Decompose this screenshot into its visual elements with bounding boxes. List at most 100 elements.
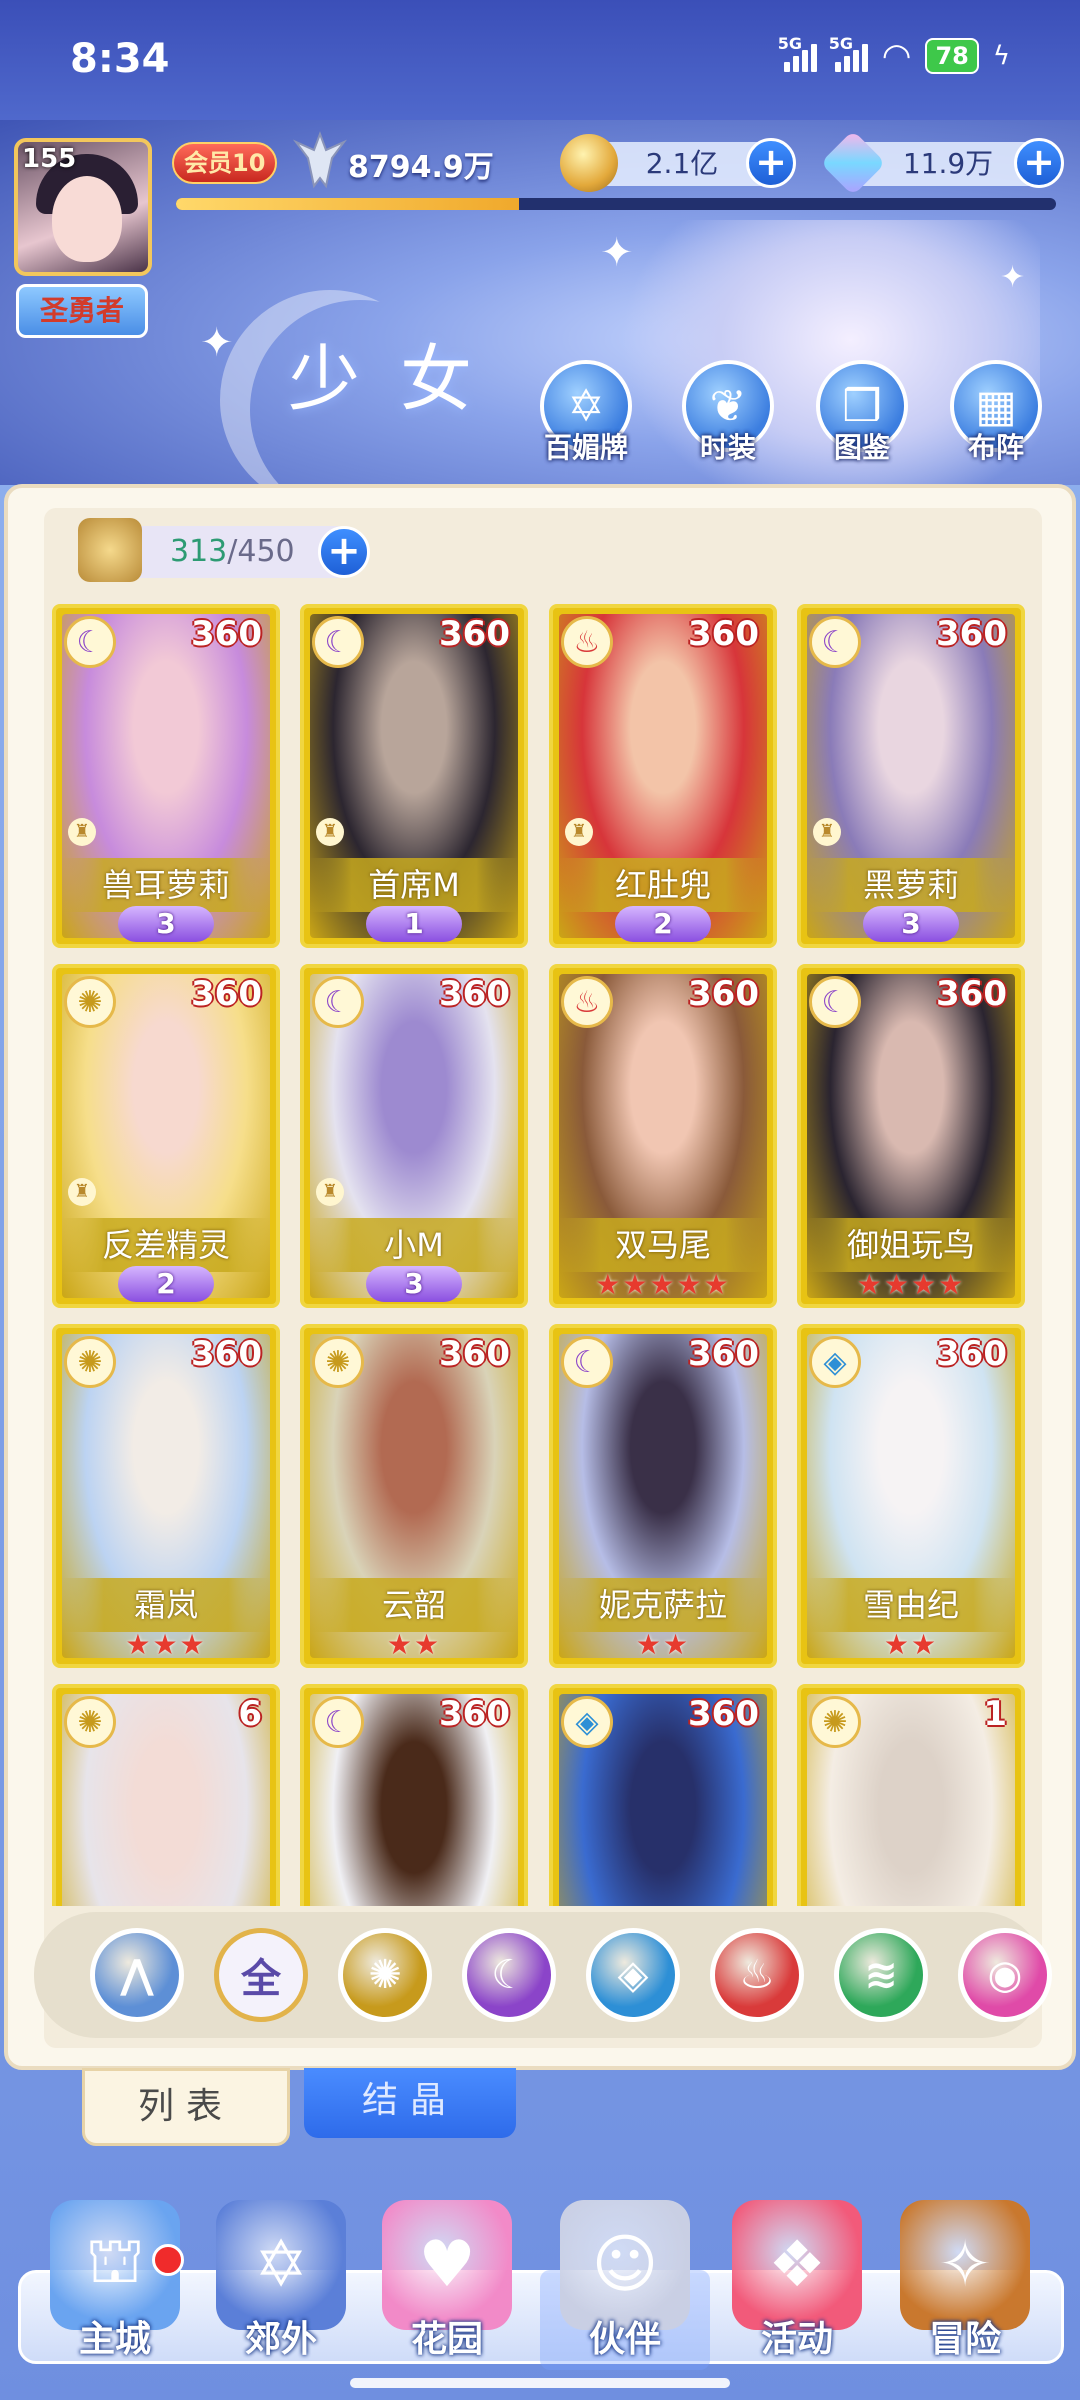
character-card[interactable]: ☾ 360 ♜ 首席M 1 — [300, 604, 528, 948]
fire-element-icon: ♨ — [561, 616, 613, 668]
home-indicator[interactable] — [350, 2378, 730, 2388]
awaken-badge: 2 — [615, 906, 711, 942]
tab-list[interactable]: 列表 — [82, 2068, 290, 2146]
character-level: 360 — [439, 1694, 510, 1734]
sparkle-icon: ✦ — [1000, 260, 1026, 295]
rook-icon: ♜ — [68, 818, 96, 846]
character-card[interactable]: ✺ 1 — [797, 1684, 1025, 1906]
sun-element-icon: ✺ — [64, 976, 116, 1028]
filter-wind-icon[interactable]: ≋ — [834, 1928, 928, 2022]
nav-portal[interactable]: ✡ 郊外 — [196, 2200, 366, 2370]
top-nav-baimeipai[interactable]: ✡ 百媚牌 — [536, 360, 636, 480]
sun-element-icon: ✺ — [64, 1696, 116, 1748]
filter-sun-icon[interactable]: ✺ — [338, 1928, 432, 2022]
top-nav-codex[interactable]: ❒ 图鉴 — [812, 360, 912, 480]
character-card[interactable]: ✺ 360 ♜ 反差精灵 2 — [52, 964, 280, 1308]
character-name: 御姐玩鸟 — [807, 1218, 1015, 1272]
filter-fire-icon[interactable]: ♨ — [710, 1928, 804, 2022]
nav-compass[interactable]: ✧ 冒险 — [880, 2200, 1050, 2370]
character-card[interactable]: ☾ 360 ♜ 兽耳萝莉 3 — [52, 604, 280, 948]
awaken-badge: 2 — [118, 1266, 214, 1302]
filter-star-icon[interactable]: ◉ — [958, 1928, 1052, 2022]
gold-currency: 2.1亿 + — [560, 134, 796, 192]
player-level: 155 — [22, 144, 77, 174]
nav-partner[interactable]: ☺ 伙伴 — [540, 2200, 710, 2370]
character-card[interactable]: ☾ 360 御姐玩鸟 ★★★★ — [797, 964, 1025, 1308]
character-level: 360 — [439, 1334, 510, 1374]
filter-moon-icon[interactable]: ☾ — [462, 1928, 556, 2022]
character-level: 360 — [191, 974, 262, 1014]
character-name: 兽耳萝莉 — [62, 858, 270, 912]
character-level: 360 — [439, 614, 510, 654]
character-level: 360 — [688, 1334, 759, 1374]
character-card[interactable]: ♨ 360 双马尾 ★★★★★ — [549, 964, 777, 1308]
character-card[interactable]: ☾ 360 妮克萨拉 ★★ — [549, 1324, 777, 1668]
character-level: 360 — [936, 614, 1007, 654]
character-name: 云韶 — [310, 1578, 518, 1632]
sparkle-icon: ✦ — [200, 320, 234, 366]
tab-crystal[interactable]: 结晶 — [304, 2068, 516, 2138]
character-level: 360 — [688, 974, 759, 1014]
character-card[interactable]: ✺ 360 霜岚 ★★★ — [52, 1324, 280, 1668]
bag-icon — [78, 518, 142, 582]
awaken-badge: 3 — [366, 1266, 462, 1302]
star-rating: ★★★★ — [856, 1268, 966, 1301]
character-name: 妮克萨拉 — [559, 1578, 767, 1632]
battery-indicator: 78 — [925, 38, 979, 74]
player-title-badge[interactable]: 圣勇者 — [16, 284, 148, 338]
top-nav-outfit[interactable]: ❦ 时装 — [678, 360, 778, 480]
awaken-badge: 3 — [118, 906, 214, 942]
add-gold-button[interactable]: + — [746, 138, 796, 188]
star-rating: ★★ — [386, 1628, 442, 1661]
character-name: 红肚兜 — [559, 858, 767, 912]
moon-element-icon: ☾ — [64, 616, 116, 668]
sun-element-icon: ✺ — [312, 1336, 364, 1388]
rook-icon: ♜ — [316, 818, 344, 846]
page-title: 少女 — [288, 337, 513, 421]
filter-water-icon[interactable]: ◈ — [586, 1928, 680, 2022]
signal-icon: 5G — [829, 34, 868, 72]
character-level: 6 — [238, 1694, 262, 1734]
character-card[interactable]: ☾ 360 — [300, 1684, 528, 1906]
character-card[interactable]: ☾ 360 ♜ 小M 3 — [300, 964, 528, 1308]
character-card[interactable]: ♨ 360 ♜ 红肚兜 2 — [549, 604, 777, 948]
gold-coin-icon — [560, 134, 618, 192]
character-name: 黑萝莉 — [807, 858, 1015, 912]
power-icon — [292, 131, 348, 189]
nav-castle[interactable]: ⛫ 主城 — [30, 2200, 200, 2370]
player-avatar[interactable]: 155 — [14, 138, 152, 276]
character-grid[interactable]: ☾ 360 ♜ 兽耳萝莉 3 ☾ 360 ♜ 首席M 1 ♨ 360 ♜ 红肚兜 2 ☾ 360 ♜ 黑萝莉 3 ✺ 36… — [52, 604, 1032, 1906]
character-name: 雪由纪 — [807, 1578, 1015, 1632]
filter-reset-icon[interactable]: ⋀ — [90, 1928, 184, 2022]
sparkle-icon: ✦ — [600, 230, 634, 276]
character-name: 首席M — [310, 858, 518, 912]
character-card[interactable]: ◈ 360 雪由纪 ★★ — [797, 1324, 1025, 1668]
moon-element-icon: ☾ — [312, 616, 364, 668]
gem-currency: 11.9万 + — [820, 130, 1064, 196]
filter-all-button[interactable]: 全 — [214, 1928, 308, 2022]
rook-icon: ♜ — [316, 1178, 344, 1206]
character-card[interactable]: ✺ 6 — [52, 1684, 280, 1906]
character-level: 1 — [983, 1694, 1007, 1734]
nav-heart[interactable]: ♥ 花园 — [362, 2200, 532, 2370]
character-name: 双马尾 — [559, 1218, 767, 1272]
character-name: 霜岚 — [62, 1578, 270, 1632]
character-card[interactable]: ◈ 360 — [549, 1684, 777, 1906]
expand-inventory-button[interactable]: + — [318, 526, 370, 578]
nav-gift[interactable]: ❖ 活动 — [712, 2200, 882, 2370]
rook-icon: ♜ — [68, 1178, 96, 1206]
character-level: 360 — [191, 614, 262, 654]
awaken-badge: 3 — [863, 906, 959, 942]
awaken-badge: 1 — [366, 906, 462, 942]
vip-badge[interactable]: 会员10 — [172, 142, 278, 184]
add-gem-button[interactable]: + — [1014, 138, 1064, 188]
status-icons: 5G 5G ◠ 78 ϟ — [778, 34, 1010, 76]
clock: 8:34 — [70, 36, 170, 82]
character-card[interactable]: ✺ 360 云韶 ★★ — [300, 1324, 528, 1668]
character-name: 反差精灵 — [62, 1218, 270, 1272]
top-nav-formation[interactable]: ▦ 布阵 — [946, 360, 1046, 480]
character-card[interactable]: ☾ 360 ♜ 黑萝莉 3 — [797, 604, 1025, 948]
moon-element-icon: ☾ — [809, 976, 861, 1028]
character-level: 360 — [439, 974, 510, 1014]
rook-icon: ♜ — [813, 818, 841, 846]
